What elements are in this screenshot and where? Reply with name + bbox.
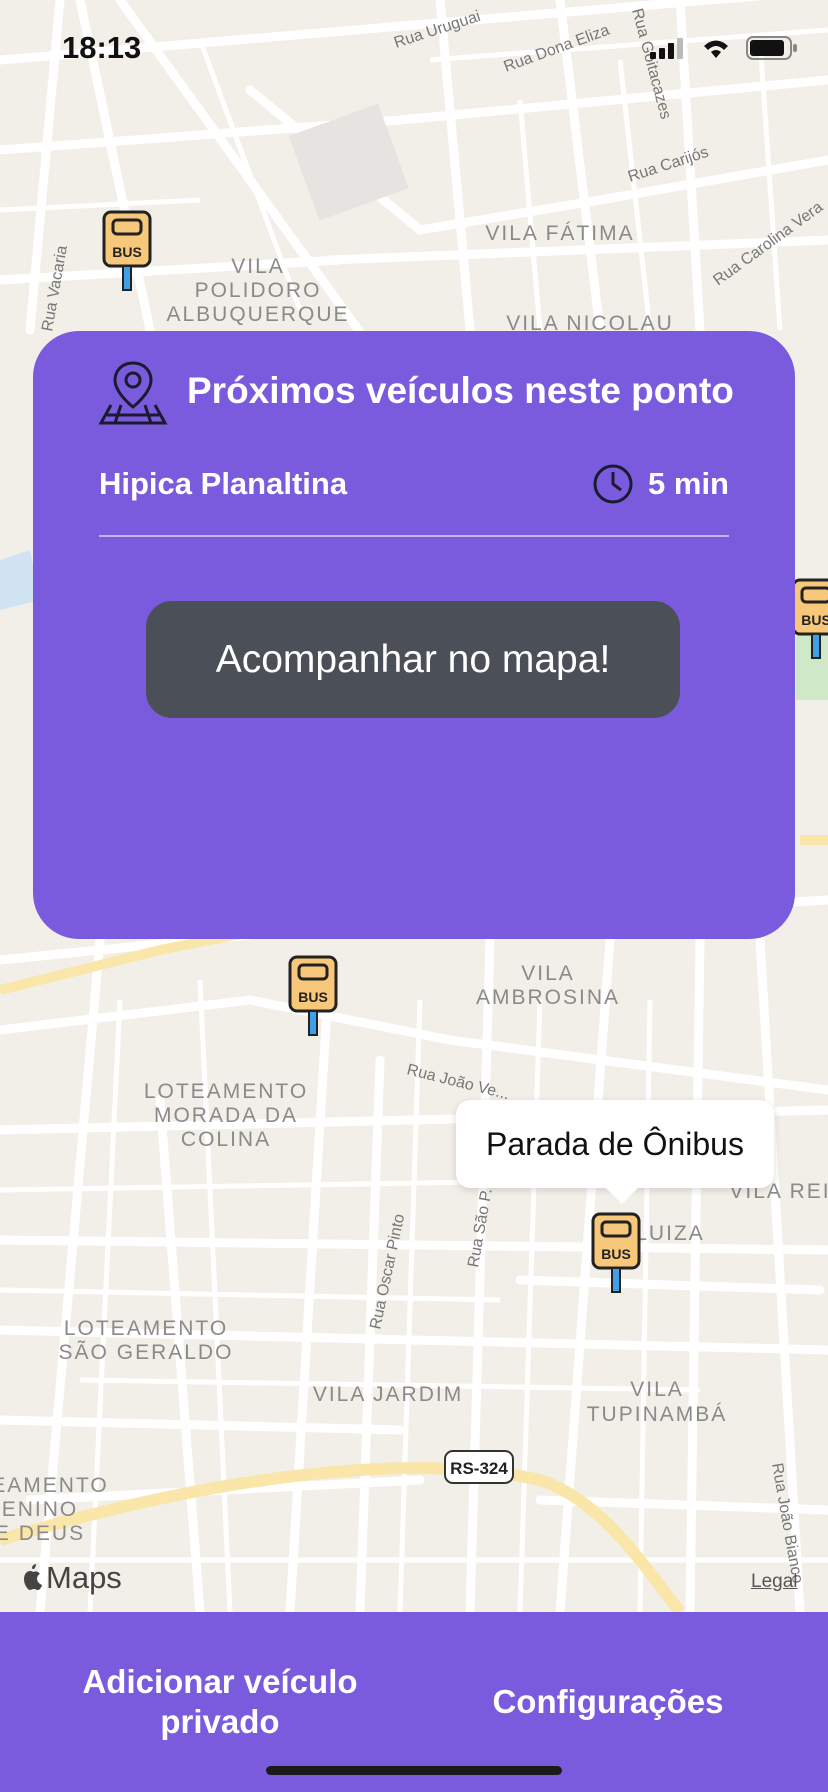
- panel-header: Próximos veículos neste ponto: [97, 355, 734, 427]
- clock-icon: [593, 464, 633, 504]
- apple-icon: [24, 1564, 42, 1590]
- callout-label: Parada de Ônibus: [486, 1125, 744, 1162]
- status-time: 18:13: [62, 30, 142, 65]
- svg-text:BUS: BUS: [801, 612, 828, 628]
- battery-icon: [746, 36, 797, 60]
- follow-on-map-button[interactable]: Acompanhar no mapa!: [146, 601, 680, 718]
- maps-brand: Maps: [46, 1560, 122, 1595]
- divider: [99, 535, 729, 537]
- area-label: E DEUS: [0, 1522, 85, 1545]
- area-label: LUIZA: [635, 1222, 705, 1245]
- bottom-bar: Adicionar veículo privado Configurações: [0, 1612, 828, 1792]
- wifi-icon: [704, 40, 728, 58]
- add-private-vehicle-button[interactable]: Adicionar veículo privado: [60, 1662, 380, 1742]
- area-label: LOTEAMENTO: [64, 1317, 228, 1340]
- area-label: VILA: [630, 1378, 684, 1401]
- area-label: SÃO GERALDO: [59, 1340, 234, 1364]
- legal-link[interactable]: Legal: [751, 1571, 798, 1593]
- area-label: TUPINAMBÁ: [587, 1403, 728, 1426]
- svg-text:BUS: BUS: [298, 989, 328, 1005]
- signal-icon: [650, 38, 683, 59]
- area-label: COLINA: [181, 1128, 271, 1151]
- area-label: LOTEAMENTO: [144, 1080, 308, 1103]
- home-indicator[interactable]: [266, 1766, 562, 1775]
- eta: 5 min: [592, 463, 729, 505]
- area-label: EAMENTO: [0, 1474, 109, 1497]
- svg-text:BUS: BUS: [112, 244, 142, 260]
- eta-time: 5 min: [648, 466, 729, 501]
- panel-title: Próximos veículos neste ponto: [187, 370, 734, 411]
- area-label: AMBROSINA: [476, 986, 620, 1009]
- road-shield: RS-324: [444, 1450, 514, 1484]
- vehicle-row[interactable]: Hipica Planaltina 5 min: [99, 463, 729, 505]
- next-vehicles-panel: Próximos veículos neste ponto Hipica Pla…: [33, 331, 795, 939]
- map-pin-icon: [98, 361, 168, 425]
- bus-stop-callout[interactable]: Parada de Ônibus: [456, 1100, 774, 1204]
- settings-button[interactable]: Configurações: [470, 1682, 746, 1722]
- area-label: MORADA DA: [154, 1104, 298, 1127]
- area-label: ALBUQUERQUE: [166, 303, 349, 326]
- area-label: VILA JARDIM: [313, 1383, 463, 1406]
- area-label: POLIDORO: [195, 279, 322, 302]
- svg-text:BUS: BUS: [601, 1246, 631, 1262]
- apple-maps-logo: Maps: [20, 1560, 122, 1596]
- area-label: ENINO: [2, 1498, 79, 1521]
- svg-text:RS-324: RS-324: [450, 1459, 508, 1478]
- area-label: VILA: [521, 962, 575, 985]
- route-name: Hipica Planaltina: [99, 466, 348, 501]
- area-label: VILA FÁTIMA: [485, 222, 634, 245]
- area-label: VILA: [231, 255, 285, 278]
- status-bar: 18:13: [0, 0, 828, 100]
